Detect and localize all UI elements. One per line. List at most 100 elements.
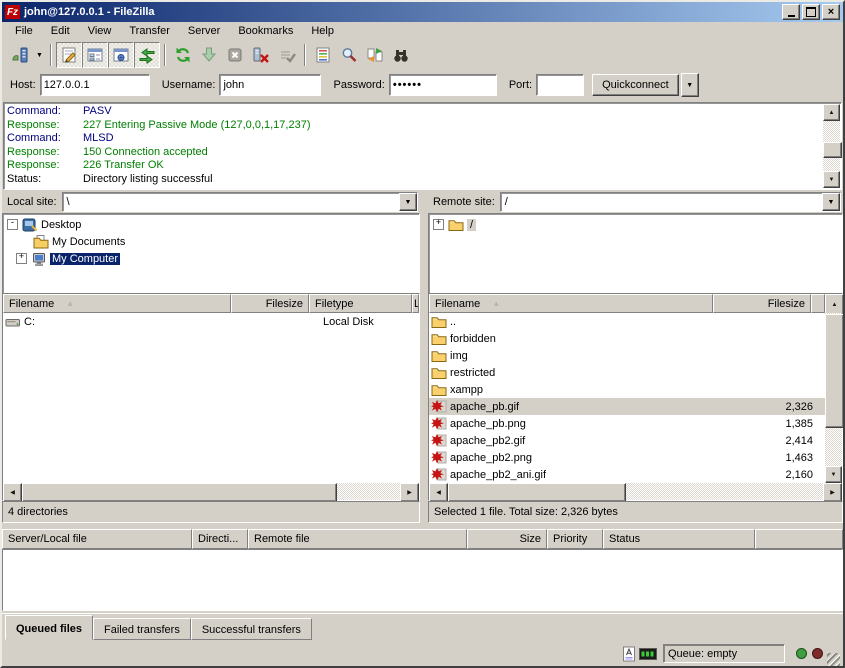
file-row[interactable]: apache_pb2_ani.gif2,160 [429, 466, 825, 483]
column-header-server-local-file[interactable]: Server/Local file [2, 529, 192, 549]
file-row[interactable]: apache_pb.png1,385 [429, 415, 825, 432]
tab-failed-transfers[interactable]: Failed transfers [93, 618, 191, 640]
scroll-thumb[interactable] [823, 142, 842, 158]
remote-horizontal-scrollbar[interactable]: ◀ ▶ [429, 483, 842, 500]
refresh-button[interactable] [170, 42, 196, 68]
binoculars-icon [392, 46, 410, 64]
toggle-remote-tree-button[interactable] [108, 42, 134, 68]
scroll-thumb[interactable] [825, 314, 844, 428]
menubar: File Edit View Transfer Server Bookmarks… [2, 22, 843, 40]
file-search-button[interactable] [336, 42, 362, 68]
tab-successful-transfers[interactable]: Successful transfers [191, 618, 312, 640]
minimize-button[interactable] [782, 4, 800, 20]
resize-grip[interactable] [827, 653, 840, 666]
toggle-local-tree-button[interactable] [82, 42, 108, 68]
collapse-icon[interactable]: - [7, 219, 18, 230]
menu-help[interactable]: Help [302, 23, 343, 39]
tree-item-desktop[interactable]: - Desktop [3, 216, 419, 233]
site-manager-dropdown[interactable]: ▼ [33, 44, 46, 66]
scroll-down-icon[interactable]: ▼ [823, 171, 840, 188]
column-header-filesize[interactable]: Filesize [231, 294, 309, 313]
file-row-selected[interactable]: apache_pb.gif2,326 [429, 398, 825, 415]
maximize-button[interactable] [802, 4, 820, 20]
column-header-lastmodified[interactable]: L [412, 294, 419, 313]
scroll-thumb[interactable] [22, 483, 337, 502]
toggle-message-log-button[interactable] [56, 42, 82, 68]
username-label: Username: [162, 79, 216, 91]
file-row[interactable]: .. [429, 313, 825, 330]
column-header-remote-file[interactable]: Remote file [248, 529, 467, 549]
tree-item-label[interactable]: Desktop [41, 219, 81, 231]
file-row[interactable]: forbidden [429, 330, 825, 347]
password-input[interactable] [389, 74, 497, 96]
remote-site-dropdown[interactable]: ▼ [822, 193, 840, 211]
toggle-transfer-queue-button[interactable] [134, 42, 160, 68]
file-row[interactable]: xampp [429, 381, 825, 398]
column-header-filename[interactable]: Filename▲ [3, 294, 231, 313]
column-header-status[interactable]: Status [603, 529, 755, 549]
scroll-right-icon[interactable]: ▶ [823, 483, 842, 502]
menu-edit[interactable]: Edit [42, 23, 79, 39]
local-site-row: Local site: \ ▼ [2, 192, 420, 212]
site-manager-button[interactable] [7, 42, 33, 68]
toolbar-separator [50, 44, 52, 66]
column-header-size[interactable]: Size [467, 529, 547, 549]
reconnect-button[interactable] [274, 42, 300, 68]
compare-directories-button[interactable] [362, 42, 388, 68]
scroll-up-icon[interactable]: ▲ [825, 294, 844, 315]
file-row[interactable]: apache_pb2.png1,463 [429, 449, 825, 466]
remote-site-value[interactable]: / [501, 193, 822, 211]
local-site-value[interactable]: \ [63, 193, 399, 211]
column-header-filetype[interactable]: Filetype [309, 294, 412, 313]
tab-queued-files[interactable]: Queued files [5, 615, 93, 640]
local-site-combo[interactable]: \ ▼ [62, 192, 418, 212]
column-header-filesize[interactable]: Filesize [713, 294, 811, 313]
pane-splitter[interactable] [420, 192, 428, 522]
menu-transfer[interactable]: Transfer [120, 23, 179, 39]
directory-filters-button[interactable] [310, 42, 336, 68]
column-header-filename[interactable]: Filename▲ [429, 294, 713, 313]
tree-item-root[interactable]: + / [429, 216, 842, 233]
scroll-down-icon[interactable]: ▼ [825, 466, 842, 483]
menu-view[interactable]: View [79, 23, 121, 39]
transfer-queue-list[interactable] [2, 549, 843, 611]
quickconnect-dropdown[interactable]: ▼ [681, 73, 699, 97]
remote-site-combo[interactable]: / ▼ [500, 192, 841, 212]
file-row[interactable]: restricted [429, 364, 825, 381]
local-pane: Local site: \ ▼ - Desktop My Documents +… [2, 192, 420, 522]
cancel-operation-button[interactable] [222, 42, 248, 68]
menu-server[interactable]: Server [179, 23, 229, 39]
scroll-left-icon[interactable]: ◀ [3, 483, 22, 502]
file-row[interactable]: apache_pb2.gif2,414 [429, 432, 825, 449]
process-queue-button[interactable] [196, 42, 222, 68]
close-button[interactable]: × [822, 4, 840, 20]
scroll-left-icon[interactable]: ◀ [429, 483, 448, 502]
menu-file[interactable]: File [6, 23, 42, 39]
local-horizontal-scrollbar[interactable]: ◀ ▶ [3, 483, 419, 500]
port-input[interactable] [536, 74, 584, 96]
column-header-priority[interactable]: Priority [547, 529, 603, 549]
local-site-dropdown[interactable]: ▼ [399, 193, 417, 211]
scroll-up-icon[interactable]: ▲ [823, 104, 840, 121]
log-scrollbar[interactable]: ▲ ▼ [823, 104, 840, 188]
remote-vertical-scrollbar[interactable]: ▼ [825, 313, 842, 483]
tree-item-my-computer[interactable]: + My Computer [3, 250, 419, 267]
tree-item-label-selected[interactable]: My Computer [50, 253, 120, 265]
synchronized-browsing-button[interactable] [388, 42, 414, 68]
tree-item-my-documents[interactable]: My Documents [3, 233, 419, 250]
column-header-direction[interactable]: Directi... [192, 529, 248, 549]
quickconnect-button[interactable]: Quickconnect [592, 74, 679, 96]
window-title: john@127.0.0.1 - FileZilla [24, 6, 780, 18]
menu-bookmarks[interactable]: Bookmarks [229, 23, 302, 39]
file-row[interactable]: img [429, 347, 825, 364]
tree-item-label-selected[interactable]: / [467, 219, 476, 231]
expand-icon[interactable]: + [433, 219, 444, 230]
scroll-right-icon[interactable]: ▶ [400, 483, 419, 502]
disconnect-button[interactable] [248, 42, 274, 68]
file-row-local-c-drive[interactable]: C: Local Disk [3, 313, 419, 330]
tree-item-label[interactable]: My Documents [52, 236, 125, 248]
host-input[interactable] [40, 74, 150, 96]
expand-icon[interactable]: + [16, 253, 27, 264]
username-input[interactable] [219, 74, 321, 96]
scroll-thumb[interactable] [448, 483, 626, 502]
